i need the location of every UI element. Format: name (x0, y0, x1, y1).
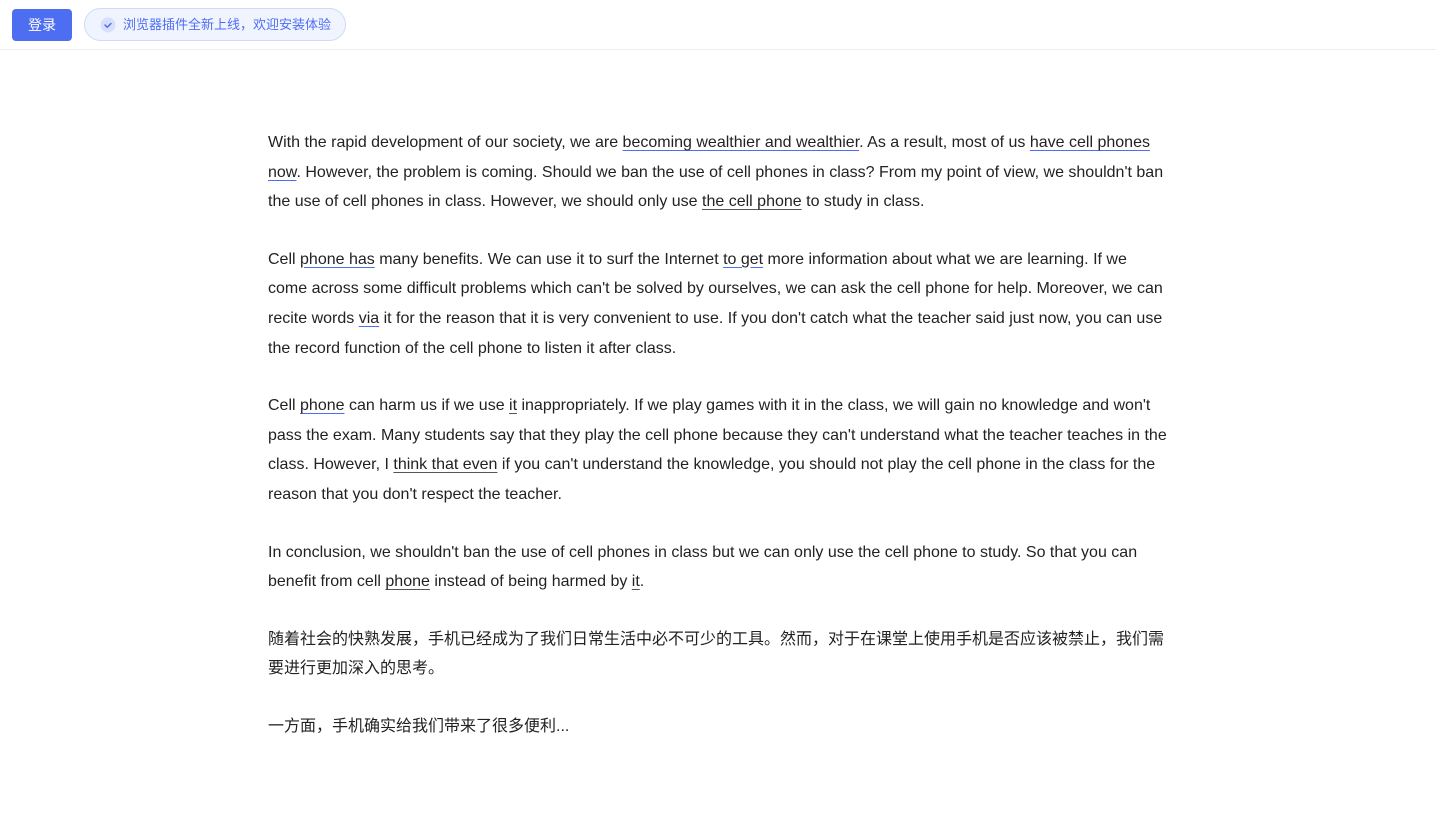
paragraph-1: With the rapid development of our societ… (268, 128, 1168, 217)
p3-underline-1: phone (300, 397, 345, 414)
p1-text-2: . As a result, most of us (859, 134, 1030, 151)
main-content: With the rapid development of our societ… (268, 48, 1168, 830)
p3-text-2: can harm us if we use (345, 397, 510, 414)
p2-text-2: many benefits. We can use it to surf the… (375, 251, 723, 268)
plugin-text: 浏览器插件全新上线，欢迎安装体验 (123, 13, 331, 36)
p1-text-4: to study in class. (802, 193, 925, 210)
p3-underline-2: it (509, 397, 517, 414)
article: With the rapid development of our societ… (268, 108, 1168, 790)
p2-underline-1: phone has (300, 251, 375, 268)
p3-underline-3: think that even (393, 456, 497, 473)
plugin-icon (99, 16, 117, 34)
p2-text-4: it for the reason that it is very conven… (268, 310, 1162, 357)
p2-underline-3: via (359, 310, 379, 327)
paragraph-2: Cell phone has many benefits. We can use… (268, 245, 1168, 363)
p4-text-3: . (640, 573, 644, 590)
p3-text-1: Cell (268, 397, 300, 414)
p1-underline-3: the cell phone (702, 193, 802, 210)
topbar: 登录 浏览器插件全新上线，欢迎安装体验 (0, 0, 1436, 50)
p4-underline-1: phone (385, 573, 430, 590)
login-button[interactable]: 登录 (12, 9, 72, 41)
p2-underline-2: to get (723, 251, 763, 268)
paragraph-4: In conclusion, we shouldn't ban the use … (268, 538, 1168, 597)
p2-text-1: Cell (268, 251, 300, 268)
p4-text-2: instead of being harmed by (430, 573, 632, 590)
p1-underline-1: becoming wealthier and wealthier (623, 134, 860, 151)
p1-text-1: With the rapid development of our societ… (268, 134, 623, 151)
paragraph-6-partial: 一方面，手机确实给我们带来了很多便利... (268, 712, 1168, 742)
p4-underline-2: it (632, 573, 640, 590)
plugin-banner[interactable]: 浏览器插件全新上线，欢迎安装体验 (84, 8, 346, 41)
paragraph-3: Cell phone can harm us if we use it inap… (268, 391, 1168, 509)
paragraph-5-chinese: 随着社会的快熟发展，手机已经成为了我们日常生活中必不可少的工具。然而，对于在课堂… (268, 625, 1168, 684)
